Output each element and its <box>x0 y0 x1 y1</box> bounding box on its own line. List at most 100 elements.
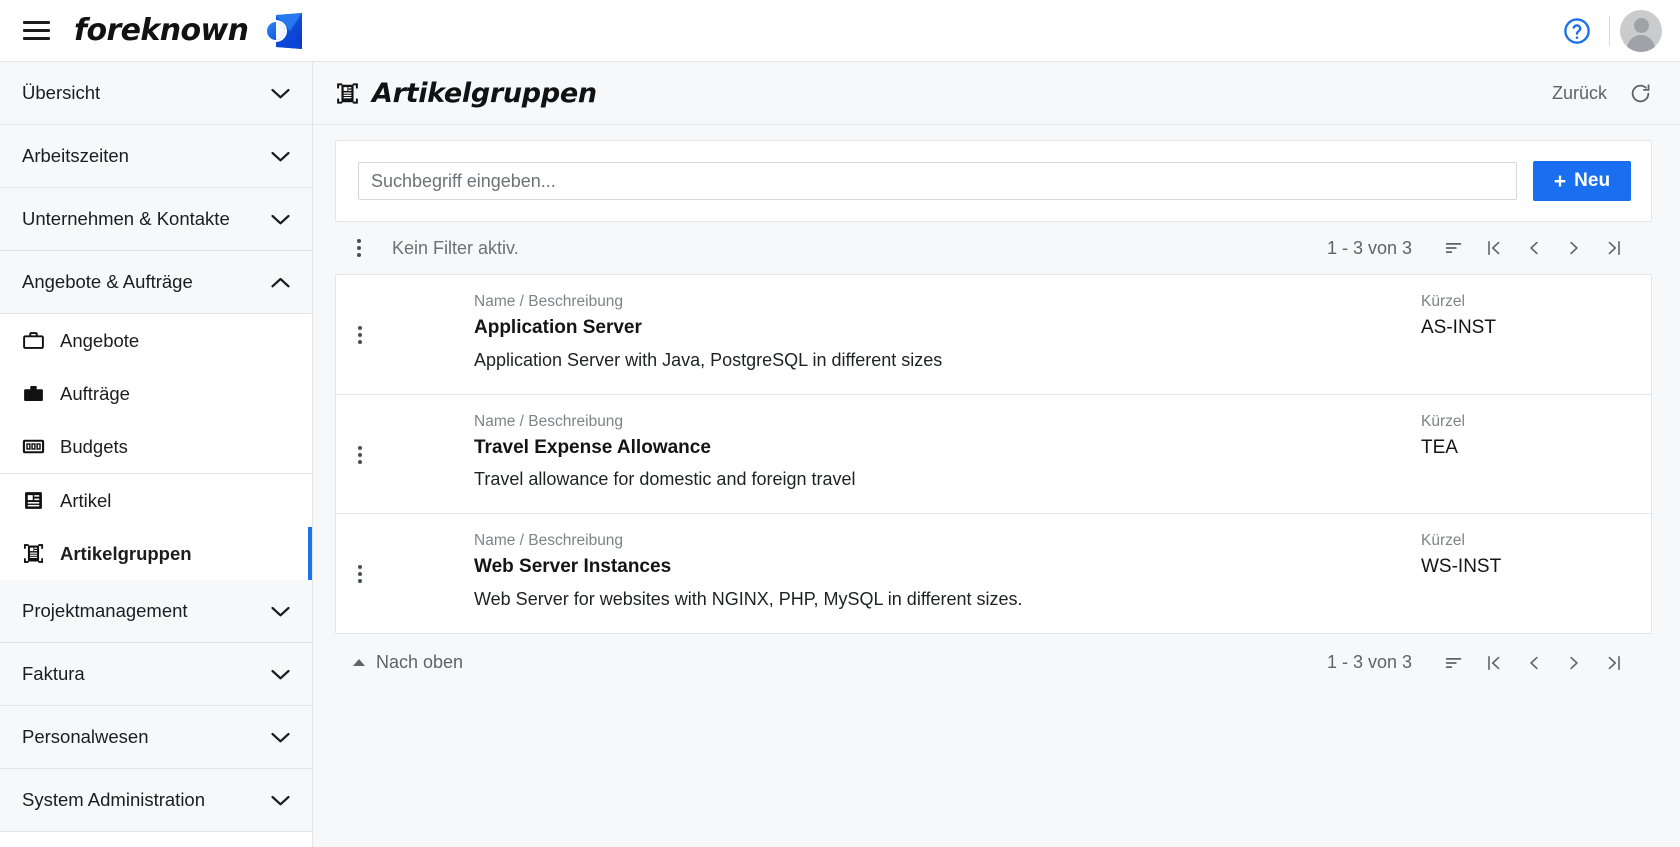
sidebar-group-projektmanagement[interactable]: Projektmanagement <box>0 580 312 643</box>
row-more-vertical-icon[interactable] <box>346 317 374 353</box>
sidebar-item-artikel[interactable]: Artikel <box>0 474 312 527</box>
chevron-down-icon <box>271 669 290 679</box>
sidebar-group-label: Faktura <box>22 663 85 684</box>
money-100-icon <box>22 439 45 454</box>
sidebar-group-unternehmen-kontakte[interactable]: Unternehmen & Kontakte <box>0 188 312 251</box>
bottom-bar: Nach oben 1 - 3 von 3 <box>335 634 1652 692</box>
foreknown-logo-mark <box>265 12 303 49</box>
search-input[interactable] <box>358 162 1517 200</box>
content-scroll-area[interactable]: + Neu Kein Filter aktiv. 1 - 3 von 3 <box>313 125 1680 847</box>
app-root: foreknown Übersicht Arbeitszeiten Untern… <box>0 0 1680 847</box>
plus-icon: + <box>1553 169 1567 193</box>
last-page-icon[interactable] <box>1594 644 1634 682</box>
sidebar-item-label: Artikelgruppen <box>60 542 192 564</box>
sidebar: Übersicht Arbeitszeiten Unternehmen & Ko… <box>0 62 313 847</box>
row-more-vertical-icon[interactable] <box>346 437 374 473</box>
page-title: Artikelgruppen <box>335 78 597 109</box>
body-container: Übersicht Arbeitszeiten Unternehmen & Ko… <box>0 62 1680 847</box>
field-value-name: Travel Expense Allowance <box>474 436 711 458</box>
last-page-icon[interactable] <box>1594 229 1634 267</box>
sidebar-group-personalwesen[interactable]: Personalwesen <box>0 706 312 769</box>
next-page-icon[interactable] <box>1554 644 1594 682</box>
previous-page-icon[interactable] <box>1514 644 1554 682</box>
sidebar-item-budgets[interactable]: Budgets <box>0 420 312 473</box>
cell-kuerzel: Kürzel TEA <box>1421 413 1631 494</box>
more-vertical-icon[interactable] <box>345 230 373 266</box>
field-label-name: Name / Beschreibung <box>474 412 624 430</box>
field-value-kuerzel: TEA <box>1421 436 1458 458</box>
chevron-down-icon <box>271 214 290 224</box>
sidebar-item-label: Budgets <box>60 435 128 457</box>
sidebar-group-faktura[interactable]: Faktura <box>0 643 312 706</box>
page-header: Artikelgruppen Zurück <box>313 62 1680 125</box>
sidebar-item-auftraege[interactable]: Aufträge <box>0 367 312 420</box>
sort-icon[interactable] <box>1434 229 1474 267</box>
hamburger-menu-icon[interactable] <box>16 11 56 51</box>
table-row[interactable]: Name / Beschreibung Web Server Instances… <box>336 513 1651 633</box>
search-panel: + Neu <box>335 140 1652 222</box>
chevron-down-icon <box>271 88 290 98</box>
main-content: Artikelgruppen Zurück Suchbegriff eingeb… <box>313 62 1680 847</box>
sidebar-group-system-administration[interactable]: System Administration <box>0 769 312 832</box>
sidebar-group-label: Angebote & Aufträge <box>22 271 193 292</box>
sidebar-group-label: Unternehmen & Kontakte <box>22 208 230 229</box>
article-group-icon <box>23 544 44 563</box>
field-label-kuerzel: Kürzel <box>1421 412 1465 430</box>
field-label-kuerzel: Kürzel <box>1421 293 1465 310</box>
field-value-description: Web Server for websites with NGINX, PHP,… <box>474 588 1023 609</box>
cell-kuerzel: Kürzel WS-INST <box>1421 532 1631 613</box>
sidebar-group-label: Projektmanagement <box>22 600 188 621</box>
new-button[interactable]: + Neu <box>1533 161 1631 201</box>
field-value-kuerzel: AS-INST <box>1421 317 1496 338</box>
table-row[interactable]: Name / Beschreibung Travel Expense Allow… <box>336 393 1651 514</box>
brand-logo[interactable]: foreknown <box>74 12 304 49</box>
brand-name: foreknown <box>74 13 249 48</box>
pagination-count: 1 - 3 von 3 <box>1326 237 1412 258</box>
sidebar-item-artikelgruppen[interactable]: Artikelgruppen <box>0 527 312 580</box>
user-avatar[interactable] <box>1620 9 1662 52</box>
sidebar-group-arbeitszeiten[interactable]: Arbeitszeiten <box>0 125 312 188</box>
sort-icon[interactable] <box>1434 644 1474 682</box>
sidebar-group-angebote-auftraege[interactable]: Angebote & Aufträge <box>0 251 312 314</box>
sidebar-item-angebote[interactable]: Angebote <box>0 314 312 367</box>
sidebar-group-label: Arbeitszeiten <box>22 145 129 166</box>
scroll-to-top-label: Nach oben <box>376 652 464 673</box>
pagination-bottom: 1 - 3 von 3 <box>1327 644 1634 682</box>
first-page-icon[interactable] <box>1474 644 1514 682</box>
search-row: + Neu <box>336 141 1651 221</box>
row-cells: Name / Beschreibung Web Server Instances… <box>374 532 1631 613</box>
first-page-icon[interactable] <box>1474 229 1514 267</box>
help-circle-icon[interactable] <box>1555 9 1599 53</box>
field-label-name: Name / Beschreibung <box>474 532 624 550</box>
previous-page-icon[interactable] <box>1514 229 1554 267</box>
sidebar-group-uebersicht[interactable]: Übersicht <box>0 62 312 125</box>
next-page-icon[interactable] <box>1554 229 1594 267</box>
row-more-vertical-icon[interactable] <box>346 556 374 592</box>
filter-status-text: Kein Filter aktiv. <box>392 237 519 258</box>
article-groups-list: Name / Beschreibung Application Server A… <box>335 274 1652 634</box>
cell-kuerzel: Kürzel AS-INST <box>1421 293 1631 374</box>
refresh-icon[interactable] <box>1629 82 1652 105</box>
active-indicator <box>308 527 312 580</box>
sidebar-group-label: Personalwesen <box>22 726 149 747</box>
row-cells: Name / Beschreibung Travel Expense Allow… <box>374 413 1631 494</box>
sidebar-subitems: Angebote Aufträge Budgets Artikel Artike… <box>0 314 312 580</box>
sidebar-group-label: System Administration <box>22 789 206 810</box>
sidebar-item-label: Angebote <box>60 329 140 351</box>
topbar-divider <box>1609 15 1610 46</box>
filter-bar: Kein Filter aktiv. 1 - 3 von 3 <box>335 222 1652 274</box>
field-value-description: Travel allowance for domestic and foreig… <box>474 469 856 490</box>
field-value-name: Application Server <box>474 317 642 338</box>
scroll-to-top-button[interactable]: Nach oben <box>353 652 463 673</box>
chevron-down-icon <box>271 732 290 742</box>
pagination-top: 1 - 3 von 3 <box>1327 229 1634 267</box>
back-button[interactable]: Zurück <box>1552 83 1607 104</box>
chevron-down-icon <box>271 606 290 616</box>
briefcase-filled-icon <box>24 386 43 401</box>
sidebar-item-label: Aufträge <box>60 382 130 404</box>
article-icon <box>25 492 42 509</box>
table-row[interactable]: Name / Beschreibung Application Server A… <box>336 275 1651 394</box>
cell-name-description: Name / Beschreibung Travel Expense Allow… <box>474 413 1421 494</box>
field-label-kuerzel: Kürzel <box>1421 532 1465 550</box>
chevron-down-icon <box>271 151 290 161</box>
